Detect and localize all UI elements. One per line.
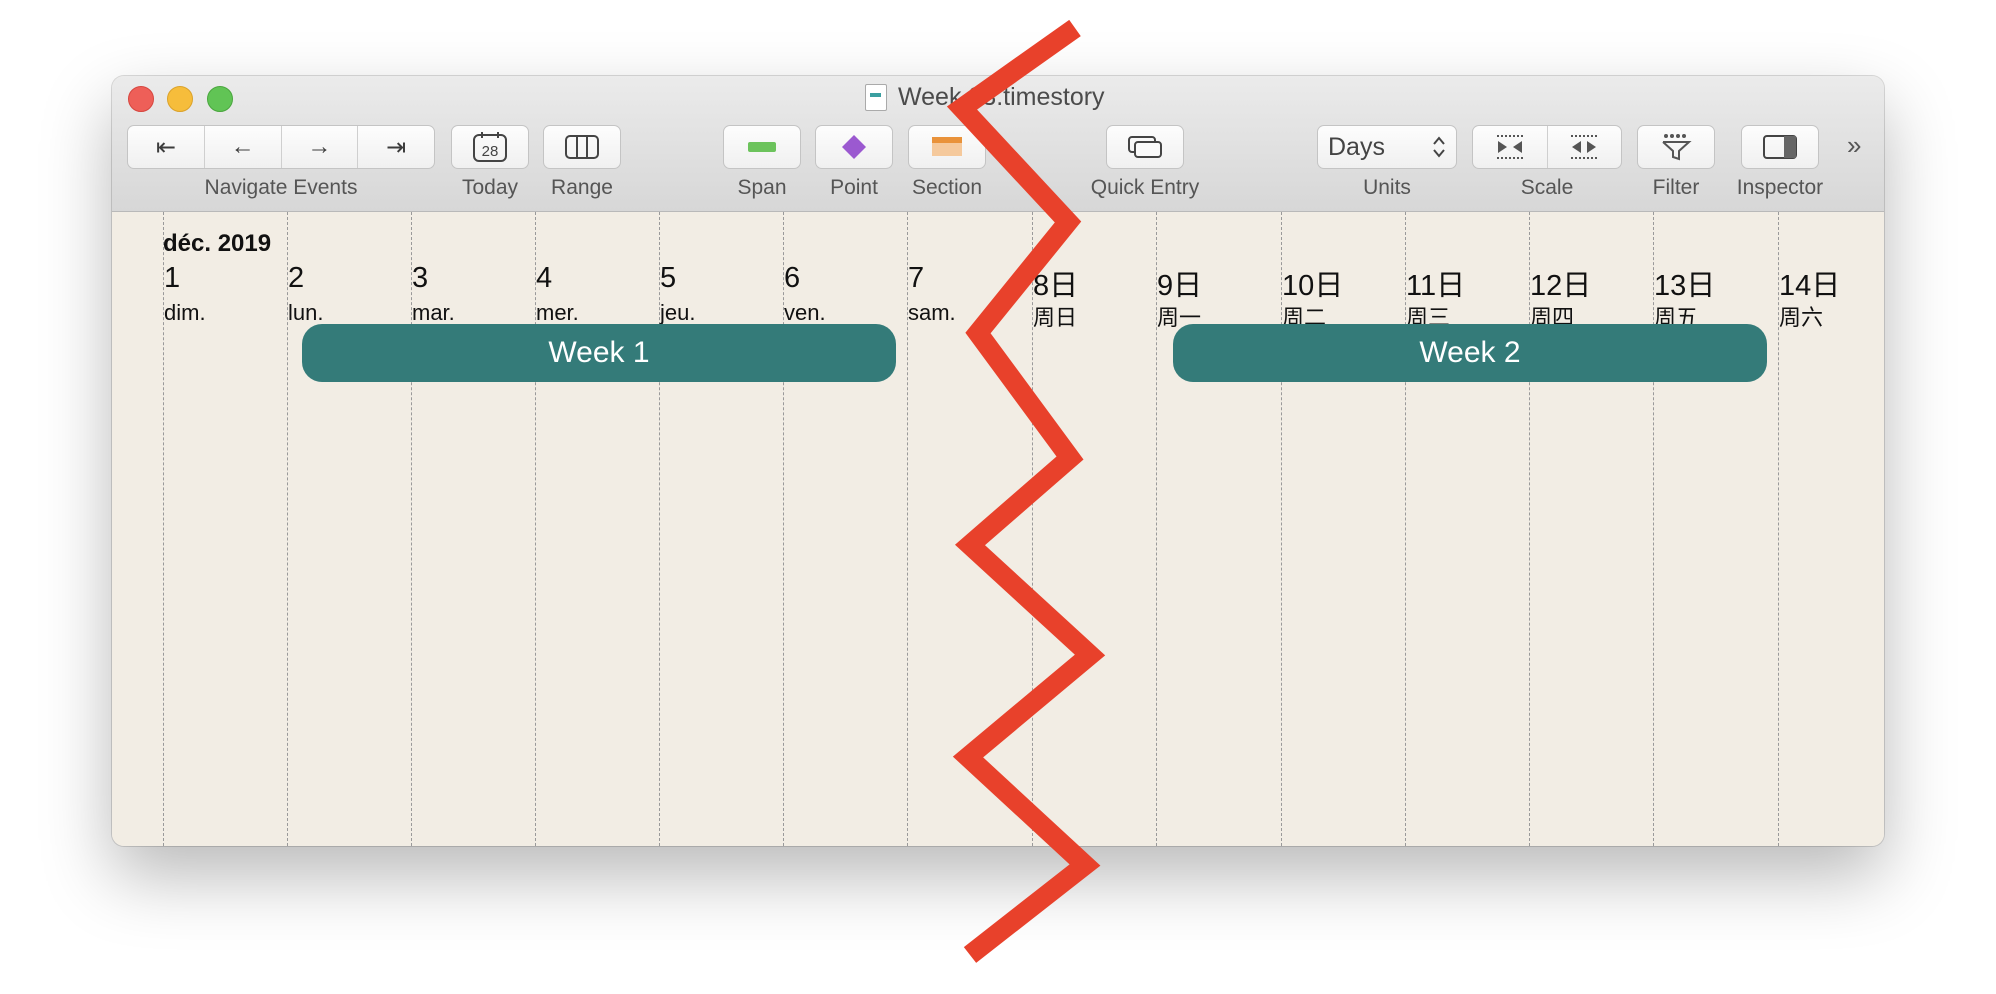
range-label: Range xyxy=(551,176,613,199)
day-number: 9日 xyxy=(1157,270,1203,302)
inspector-label: Inspector xyxy=(1736,176,1824,199)
section-icon xyxy=(932,137,962,156)
day-number: 2 xyxy=(288,262,305,294)
today-label: Today xyxy=(461,176,519,199)
day-number: 6 xyxy=(784,262,801,294)
zoom-window-button[interactable] xyxy=(207,86,233,112)
span-icon xyxy=(748,142,776,152)
next-event-icon[interactable]: → xyxy=(282,126,359,168)
day-name: 周六 xyxy=(1779,305,1824,330)
shrink-icon xyxy=(1496,135,1523,159)
day-name: sam. xyxy=(908,300,956,325)
inspector-icon xyxy=(1763,135,1797,159)
span-label: Span xyxy=(737,176,787,199)
day-number: 13日 xyxy=(1654,270,1716,302)
quick-entry-button[interactable] xyxy=(1106,125,1184,169)
quick-entry-icon xyxy=(1128,136,1162,158)
span-week-1[interactable]: Week 1 xyxy=(302,324,896,382)
window-title: Week 23.timestory xyxy=(898,83,1105,111)
day-name: jeu. xyxy=(660,300,696,325)
day-number: 7 xyxy=(908,262,925,294)
span-week-2[interactable]: Week 2 xyxy=(1173,324,1767,382)
timeline-canvas[interactable]: déc. 2019 1 dim. 2 lun. 3 mar. 4 mer. 5 … xyxy=(112,212,1884,846)
units-value: Days xyxy=(1328,132,1385,161)
range-icon xyxy=(565,135,599,159)
span-button[interactable] xyxy=(723,125,801,169)
day-number: 12日 xyxy=(1530,270,1592,302)
month-label: déc. 2019 xyxy=(163,230,272,257)
filter-button[interactable] xyxy=(1637,125,1715,169)
section-button[interactable] xyxy=(908,125,986,169)
day-name: dim. xyxy=(164,300,206,325)
point-label: Point xyxy=(830,176,878,199)
day-number: 1 xyxy=(164,262,181,294)
document-icon xyxy=(865,84,887,111)
range-button[interactable] xyxy=(543,125,621,169)
day-name: lun. xyxy=(288,300,324,325)
day-name: ven. xyxy=(784,300,826,325)
navigate-events-label: Navigate Events xyxy=(204,176,358,199)
stepper-chevrons-icon xyxy=(1433,136,1445,158)
scale-control xyxy=(1472,125,1622,169)
day-number: 4 xyxy=(536,262,553,294)
point-button[interactable] xyxy=(815,125,893,169)
toolbar-overflow-button[interactable]: » xyxy=(1847,130,1861,161)
today-button[interactable]: 28 xyxy=(451,125,529,169)
close-window-button[interactable] xyxy=(128,86,154,112)
day-number: 8日 xyxy=(1033,270,1079,302)
day-number: 14日 xyxy=(1779,270,1841,302)
app-window: Week 23.timestory ⇤ ← → ⇥ Navigate Event… xyxy=(112,76,1884,846)
quick-entry-label: Quick Entry xyxy=(1090,176,1200,199)
navigate-events-control: ⇤ ← → ⇥ xyxy=(127,125,435,169)
units-select[interactable]: Days xyxy=(1317,125,1457,169)
day-name: 周日 xyxy=(1033,305,1078,330)
day-number: 10日 xyxy=(1282,270,1344,302)
calendar-icon: 28 xyxy=(473,132,507,162)
previous-event-icon[interactable]: ← xyxy=(205,126,282,168)
day-number: 11日 xyxy=(1406,270,1466,302)
calendar-icon-date: 28 xyxy=(482,143,499,160)
expand-icon xyxy=(1571,135,1598,159)
last-event-icon[interactable]: ⇥ xyxy=(358,126,434,168)
day-number: 3 xyxy=(412,262,429,294)
day-number: 5 xyxy=(660,262,677,294)
toolbar: Week 23.timestory ⇤ ← → ⇥ Navigate Event… xyxy=(112,76,1884,212)
scale-expand-button[interactable] xyxy=(1548,126,1622,168)
first-event-icon[interactable]: ⇤ xyxy=(128,126,205,168)
scale-label: Scale xyxy=(1520,176,1574,199)
filter-label: Filter xyxy=(1652,176,1700,199)
minimize-window-button[interactable] xyxy=(167,86,193,112)
day-name: mer. xyxy=(536,300,579,325)
filter-icon xyxy=(1662,134,1692,161)
section-label: Section xyxy=(911,176,983,199)
point-icon xyxy=(842,135,866,159)
inspector-button[interactable] xyxy=(1741,125,1819,169)
units-label: Units xyxy=(1363,176,1411,199)
scale-shrink-button[interactable] xyxy=(1473,126,1548,168)
day-name: mar. xyxy=(412,300,455,325)
